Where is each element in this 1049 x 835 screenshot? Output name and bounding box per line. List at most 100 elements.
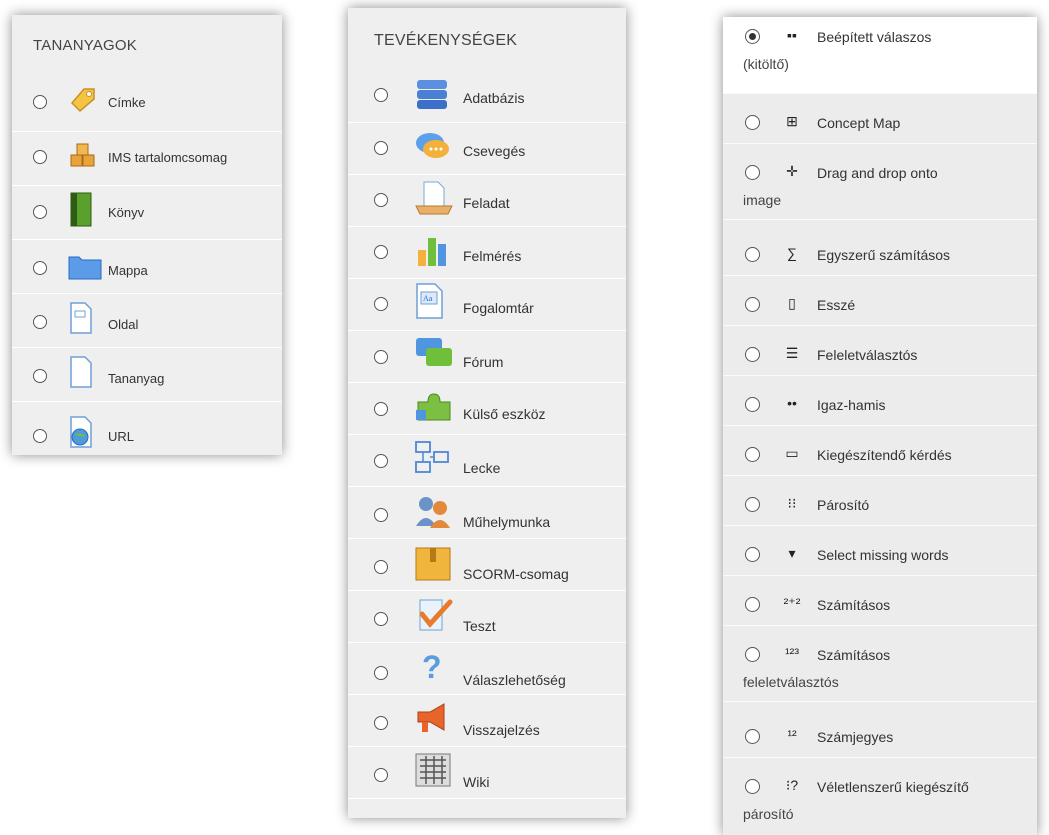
resource-item-label[interactable]: Címke — [12, 77, 282, 132]
radio-button[interactable] — [33, 369, 47, 383]
radio-button[interactable] — [374, 560, 388, 574]
database-icon — [414, 78, 450, 112]
activity-item-assignment[interactable]: Feladat — [348, 174, 626, 227]
question-mark-icon: ? — [418, 648, 448, 686]
qtype-item-multichoice[interactable]: ☰ Feleletválasztós — [723, 335, 1037, 376]
dropdown-arrow-icon: ▾ — [788, 544, 796, 561]
essay-icon: ▯ — [788, 294, 796, 311]
calculated-multi-icon: ¹²³ — [785, 645, 799, 661]
radio-button[interactable] — [33, 150, 47, 164]
activity-label: Teszt — [463, 618, 496, 634]
activity-item-feedback[interactable]: Visszajelzés — [348, 694, 626, 747]
qtype-label: Igaz-hamis — [817, 397, 886, 413]
activity-item-glossary[interactable]: Aa Fogalomtár — [348, 278, 626, 331]
activity-item-choice[interactable]: ? Válaszlehetőség — [348, 642, 626, 695]
activity-item-survey[interactable]: Felmérés — [348, 226, 626, 279]
activity-label: Fórum — [463, 354, 504, 370]
qtype-label: Véletlenszerű kiegészítő — [817, 779, 969, 795]
radio-button[interactable] — [374, 768, 388, 782]
activity-item-quiz[interactable]: Teszt — [348, 590, 626, 643]
resource-item-folder[interactable]: Mappa — [12, 239, 282, 294]
radio-button[interactable] — [374, 88, 388, 102]
activity-item-forum[interactable]: Fórum — [348, 330, 626, 383]
radio-button[interactable] — [374, 612, 388, 626]
radio-button[interactable] — [33, 315, 47, 329]
qtype-item-concept-map[interactable]: ⊞ Concept Map — [723, 103, 1037, 144]
qtype-label: Feleletválasztós — [817, 347, 918, 363]
qtype-label-continued: párosító — [743, 806, 794, 822]
resource-label: Könyv — [108, 205, 145, 220]
activity-label: SCORM-csomag — [463, 566, 569, 582]
qtype-item-embedded-answers[interactable]: ▪▪ Beépített válaszos (kitöltő) — [723, 17, 1037, 94]
radio-button[interactable] — [745, 547, 760, 562]
qtype-label: Select missing words — [817, 547, 949, 563]
radio-button[interactable] — [374, 508, 388, 522]
resource-item-page[interactable]: Oldal — [12, 293, 282, 348]
multiple-choice-icon: ☰ — [785, 344, 799, 361]
qtype-item-matching[interactable]: ⁝⁝ Párosító — [723, 485, 1037, 526]
radio-button[interactable] — [374, 454, 388, 468]
activity-item-chat[interactable]: Csevegés — [348, 122, 626, 175]
qtype-item-essay[interactable]: ▯ Esszé — [723, 285, 1037, 326]
qtype-item-calculated[interactable]: ²⁺² Számításos — [723, 585, 1037, 626]
qtype-item-calculated-multichoice[interactable]: ¹²³ Számításos feleletválasztós — [723, 635, 1037, 702]
qtype-item-true-false[interactable]: •• Igaz-hamis — [723, 385, 1037, 426]
activities-panel: TEVÉKENYSÉGEK Adatbázis Csevegés Feladat… — [348, 8, 626, 818]
radio-button[interactable] — [745, 297, 760, 312]
survey-chart-icon — [414, 232, 452, 268]
question-types-panel: ▪▪ Beépített válaszos (kitöltő) ⊞ Concep… — [723, 17, 1037, 835]
qtype-item-short-answer[interactable]: ▭ Kiegészítendő kérdés — [723, 435, 1037, 476]
drag-drop-cross-icon: ✛ — [786, 162, 798, 179]
radio-button[interactable] — [745, 729, 760, 744]
radio-button[interactable] — [745, 247, 760, 262]
radio-button[interactable] — [374, 141, 388, 155]
radio-button[interactable] — [745, 347, 760, 362]
radio-button[interactable] — [745, 647, 760, 662]
quiz-check-icon — [414, 596, 454, 634]
radio-button[interactable] — [745, 779, 760, 794]
qtype-item-random-short-answer-matching[interactable]: ⁝? Véletlenszerű kiegészítő párosító — [723, 767, 1037, 835]
radio-button[interactable] — [374, 716, 388, 730]
workshop-icon — [414, 494, 454, 530]
activity-item-external-tool[interactable]: Külső eszköz — [348, 382, 626, 435]
activity-item-database[interactable]: Adatbázis — [348, 70, 626, 123]
svg-text:Aa: Aa — [423, 294, 433, 303]
radio-button[interactable] — [374, 350, 388, 364]
qtype-label: Párosító — [817, 497, 870, 513]
activity-item-workshop[interactable]: Műhelymunka — [348, 486, 626, 539]
resource-item-url[interactable]: URL — [12, 401, 282, 455]
embedded-answers-icon: ▪▪ — [787, 27, 797, 43]
radio-button[interactable] — [33, 261, 47, 275]
resource-item-file[interactable]: Tananyag — [12, 347, 282, 402]
radio-button[interactable] — [745, 447, 760, 462]
radio-button-selected[interactable] — [745, 29, 760, 44]
wiki-icon — [414, 752, 452, 788]
radio-button[interactable] — [745, 115, 760, 130]
qtype-item-numerical[interactable]: ¹² Számjegyes — [723, 717, 1037, 758]
radio-button[interactable] — [374, 245, 388, 259]
radio-button[interactable] — [374, 297, 388, 311]
svg-text:?: ? — [422, 649, 442, 685]
qtype-item-simple-calculated[interactable]: ∑ Egyszerű számításos — [723, 235, 1037, 276]
resource-item-book[interactable]: Könyv — [12, 185, 282, 240]
matching-icon: ⁝⁝ — [787, 494, 797, 511]
radio-button[interactable] — [374, 402, 388, 416]
radio-button[interactable] — [745, 165, 760, 180]
qtype-item-drag-drop-image[interactable]: ✛ Drag and drop onto image — [723, 153, 1037, 220]
activity-item-wiki[interactable]: Wiki — [348, 746, 626, 799]
qtype-item-select-missing-words[interactable]: ▾ Select missing words — [723, 535, 1037, 576]
activity-item-lesson[interactable]: Lecke — [348, 434, 626, 487]
true-false-icon: •• — [787, 395, 797, 411]
radio-button[interactable] — [374, 193, 388, 207]
activity-label: Feladat — [463, 195, 510, 211]
radio-button[interactable] — [745, 597, 760, 612]
radio-button[interactable] — [745, 497, 760, 512]
radio-button[interactable] — [374, 666, 388, 680]
radio-button[interactable] — [33, 205, 47, 219]
radio-button[interactable] — [33, 429, 47, 443]
radio-button[interactable] — [33, 95, 47, 109]
resource-item-ims[interactable]: IMS tartalomcsomag — [12, 131, 282, 186]
activity-item-scorm[interactable]: SCORM-csomag — [348, 538, 626, 591]
radio-button[interactable] — [745, 397, 760, 412]
numerical-icon: ¹² — [787, 727, 797, 743]
